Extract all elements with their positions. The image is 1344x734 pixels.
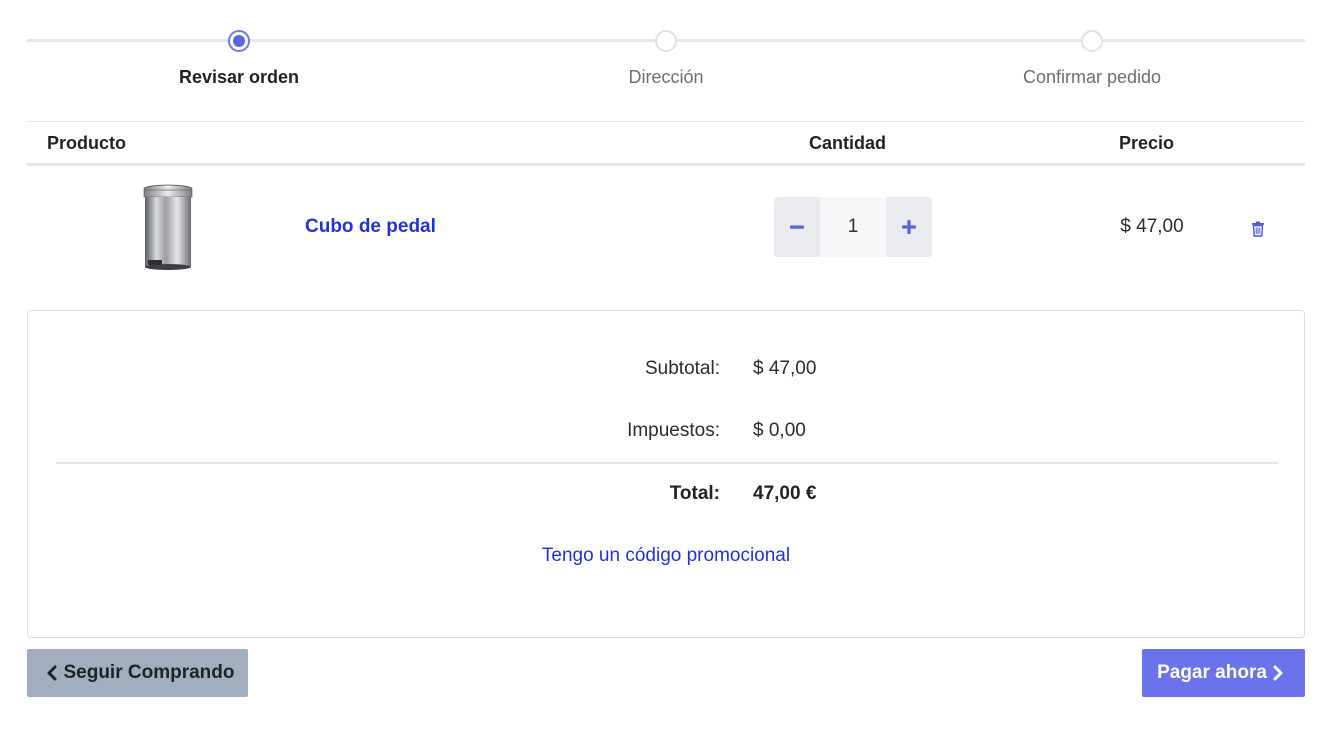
decrease-quantity-button[interactable] bbox=[774, 197, 820, 257]
summary-divider bbox=[56, 462, 1278, 464]
step-label: Revisar orden bbox=[178, 67, 300, 87]
chevron-left-icon bbox=[47, 665, 57, 681]
pay-now-button[interactable]: Pagar ahora bbox=[1142, 649, 1305, 697]
subtotal-label: Subtotal: bbox=[645, 358, 720, 379]
increase-quantity-button[interactable] bbox=[886, 197, 932, 257]
tax-label: Impuestos: bbox=[627, 420, 720, 441]
step-label: Dirección bbox=[628, 67, 704, 87]
quantity-stepper: 1 bbox=[774, 197, 932, 257]
chevron-right-icon bbox=[1273, 665, 1283, 681]
header-quantity: Cantidad bbox=[809, 133, 887, 153]
table-row: Cubo de pedal 1 $ 47,00 bbox=[27, 166, 1305, 288]
header-product: Producto bbox=[47, 133, 126, 153]
total-label: Total: bbox=[669, 483, 720, 504]
order-summary-card: Subtotal: $ 47,00 Impuestos: $ 0,00 Tota… bbox=[27, 310, 1305, 638]
pedal-bin-image bbox=[143, 184, 193, 270]
checkout-stepper: Revisar orden Dirección Confirmar pedido bbox=[27, 20, 1305, 100]
continue-shopping-label: Seguir Comprando bbox=[63, 662, 235, 683]
step-dot bbox=[655, 30, 677, 52]
subtotal-value: $ 47,00 bbox=[753, 358, 817, 379]
header-price: Precio bbox=[1119, 133, 1175, 153]
plus-icon bbox=[902, 220, 916, 234]
minus-icon bbox=[790, 225, 804, 229]
quantity-value[interactable]: 1 bbox=[820, 197, 886, 257]
continue-shopping-button[interactable]: Seguir Comprando bbox=[27, 649, 248, 697]
pay-now-label: Pagar ahora bbox=[1157, 662, 1267, 683]
step-label: Confirmar pedido bbox=[1022, 67, 1162, 87]
promo-code-link[interactable]: Tengo un código promocional bbox=[28, 545, 1304, 567]
table-header: Producto Cantidad Precio bbox=[27, 121, 1305, 166]
step-dot-active bbox=[228, 30, 250, 52]
cart-table: Producto Cantidad Precio Cubo de pedal 1… bbox=[27, 121, 1305, 288]
product-name-link[interactable]: Cubo de pedal bbox=[305, 216, 436, 238]
step-dot bbox=[1081, 30, 1103, 52]
total-value: 47,00 € bbox=[753, 483, 817, 504]
trash-icon[interactable] bbox=[1251, 221, 1265, 237]
tax-value: $ 0,00 bbox=[753, 420, 806, 441]
item-price: $ 47,00 bbox=[1120, 216, 1184, 237]
